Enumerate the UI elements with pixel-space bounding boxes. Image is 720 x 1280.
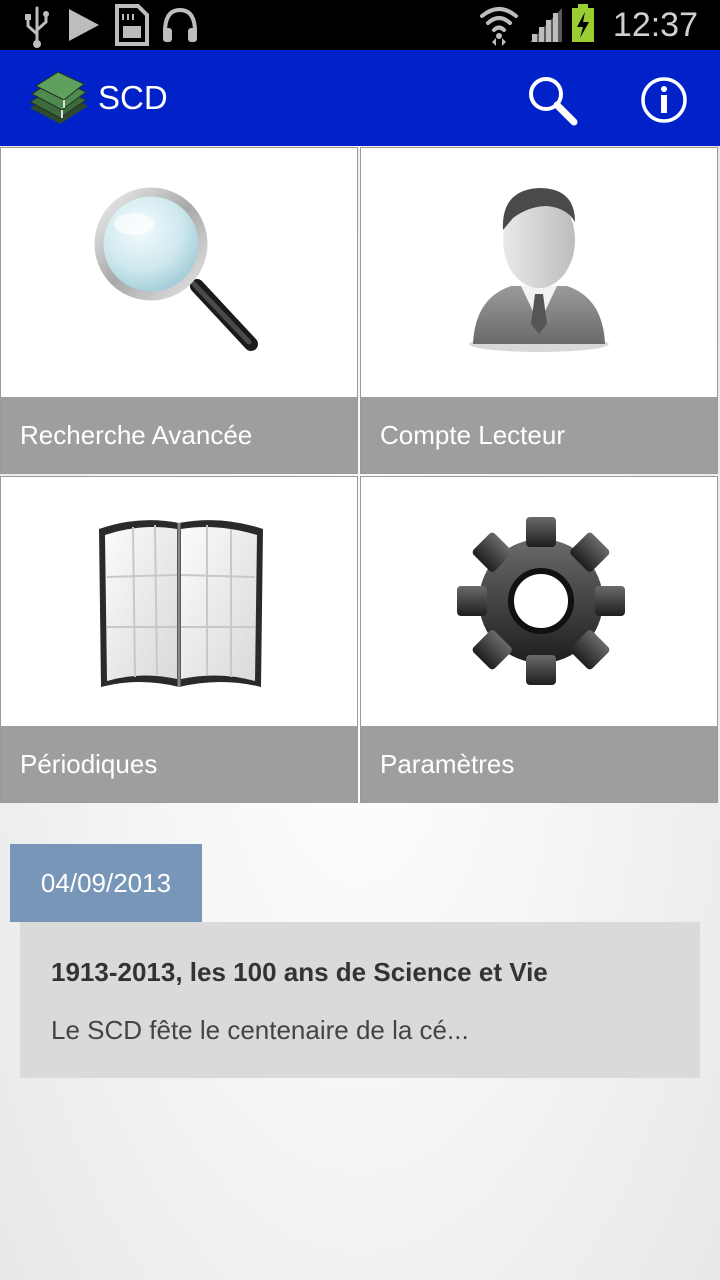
news-card[interactable]: 1913-2013, les 100 ans de Science et Vie… xyxy=(20,922,700,1078)
tile-periodiques[interactable]: Périodiques xyxy=(0,476,358,803)
tile-label: Compte Lecteur xyxy=(380,420,565,450)
tile-recherche-avancee[interactable]: Recherche Avancée xyxy=(0,147,358,474)
signal-icon xyxy=(530,8,562,42)
user-icon xyxy=(469,188,609,352)
headphones-icon xyxy=(163,7,197,42)
battery-charging-icon xyxy=(572,4,594,42)
tile-label: Recherche Avancée xyxy=(20,420,253,450)
tile-label-bar: Recherche Avancée xyxy=(1,397,357,473)
usb-icon xyxy=(25,6,49,48)
news-title: 1913-2013, les 100 ans de Science et Vie xyxy=(51,957,548,987)
tile-label-bar: Compte Lecteur xyxy=(361,397,717,473)
app-title: SCD xyxy=(98,79,168,116)
info-icon[interactable] xyxy=(638,74,690,126)
periodicals-icon xyxy=(99,520,263,687)
magnifier-icon xyxy=(94,187,258,351)
gear-icon xyxy=(457,517,625,685)
wifi-icon xyxy=(480,7,518,46)
tile-label: Paramètres xyxy=(380,749,515,779)
sd-card-icon xyxy=(115,4,149,46)
search-icon[interactable] xyxy=(524,72,580,128)
tile-label-bar: Paramètres xyxy=(361,726,717,802)
news-date-badge: 04/09/2013 xyxy=(10,844,202,922)
play-icon xyxy=(69,9,99,41)
app-bar: SCD xyxy=(0,50,720,146)
status-time: 12:37 xyxy=(612,6,698,44)
tile-label-bar: Périodiques xyxy=(1,726,357,802)
tile-compte-lecteur[interactable]: Compte Lecteur xyxy=(360,147,718,474)
status-bar: 12:37 xyxy=(0,0,720,50)
tile-parametres[interactable]: Paramètres xyxy=(360,476,718,803)
news-excerpt: Le SCD fête le centenaire de la cé... xyxy=(51,1015,469,1045)
tile-label: Périodiques xyxy=(20,749,158,779)
books-logo[interactable] xyxy=(24,68,90,128)
